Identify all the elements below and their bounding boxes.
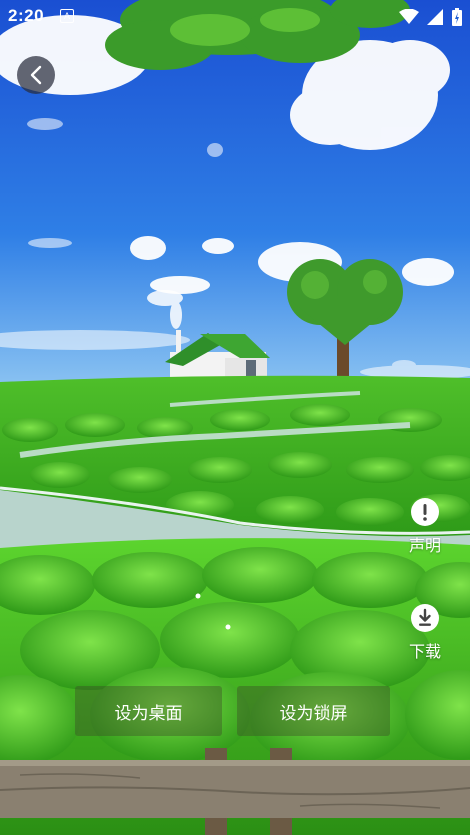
wallpaper-image [0, 0, 470, 835]
set-desktop-label: 设为桌面 [114, 703, 183, 723]
declare-label: 声明 [408, 538, 441, 555]
chevron-left-icon [30, 65, 42, 85]
wifi-icon [398, 8, 419, 24]
battery-icon [452, 7, 462, 26]
set-lockscreen-label: 设为锁屏 [279, 703, 348, 723]
download-label: 下载 [408, 644, 441, 661]
download-button[interactable]: 下载 [395, 604, 455, 662]
exclamation-icon [411, 498, 439, 526]
declare-button[interactable]: 声明 [395, 498, 455, 556]
set-lockscreen-button[interactable]: 设为锁屏 [237, 686, 390, 736]
signal-icon [427, 8, 444, 25]
status-bar: 2:20 A [0, 0, 470, 32]
notification-icon: A [60, 9, 74, 23]
set-desktop-button[interactable]: 设为桌面 [75, 686, 222, 736]
back-button[interactable] [17, 56, 55, 94]
download-icon [411, 604, 439, 632]
status-icons [395, 6, 462, 26]
status-time: 2:20 [8, 6, 45, 25]
